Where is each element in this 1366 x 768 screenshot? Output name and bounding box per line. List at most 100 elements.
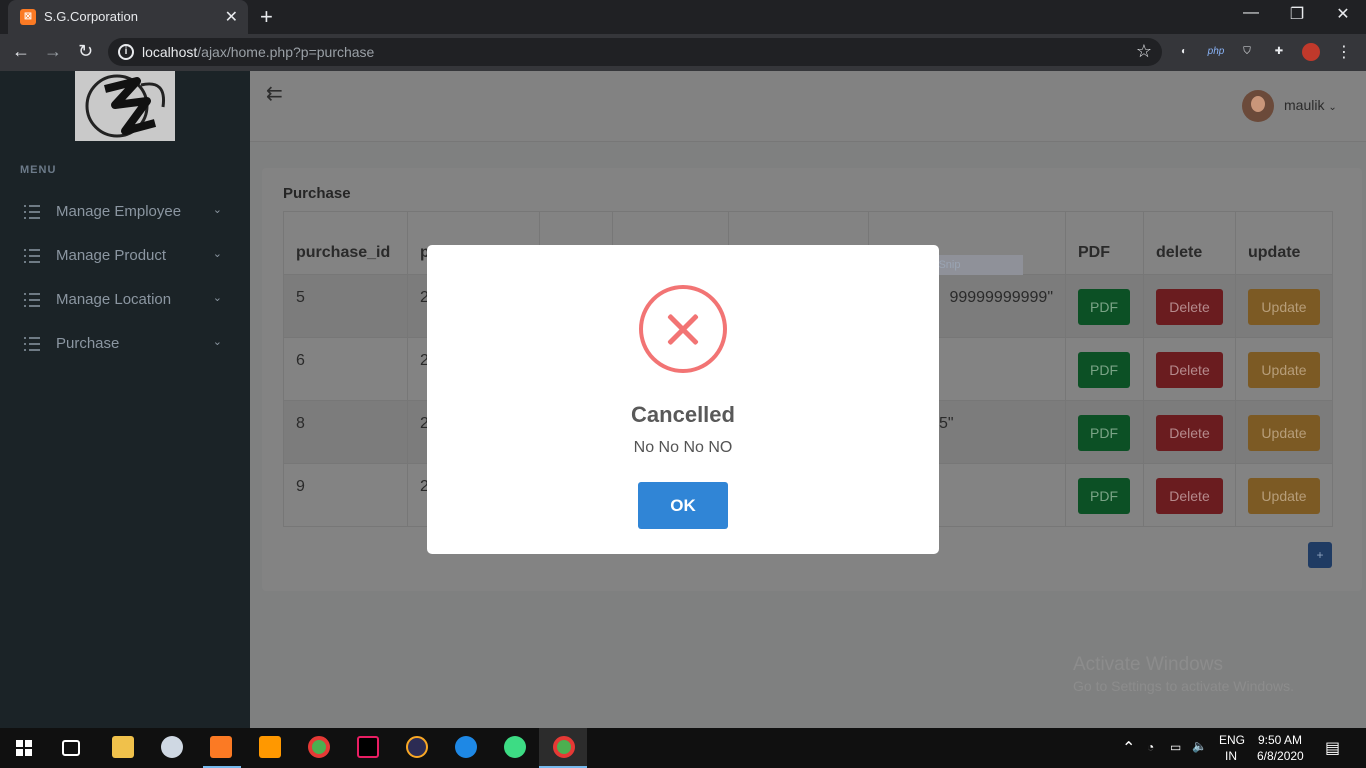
extension-bulb-icon[interactable]: ◐: [1175, 43, 1193, 61]
cell-purchase-id: 9: [283, 463, 408, 527]
site-info-icon[interactable]: i: [118, 44, 134, 60]
cell-pdf: PDF: [1065, 337, 1144, 401]
cancelled-dialog: Cancelled No No No NO OK: [427, 245, 939, 554]
browser-titlebar: ⊠ S.G.Corporation ✕ + — ❐ ✕: [0, 0, 1366, 34]
update-button[interactable]: Update: [1248, 478, 1320, 514]
chevron-down-icon: ⌄: [212, 292, 222, 304]
sidebar-item-manage-location[interactable]: Manage Location ⌄: [22, 289, 232, 319]
notifications-icon[interactable]: ▤: [1325, 738, 1340, 758]
paint-icon[interactable]: [161, 736, 183, 758]
back-arrow-icon[interactable]: ←: [12, 41, 30, 62]
delete-button[interactable]: Delete: [1156, 415, 1223, 451]
update-button[interactable]: Update: [1248, 415, 1320, 451]
chevron-down-icon: ⌄: [212, 204, 222, 216]
reload-icon[interactable]: ↻: [78, 41, 93, 62]
windows-start-icon[interactable]: [16, 740, 32, 756]
chevron-down-icon: ⌄: [1328, 102, 1337, 113]
chevron-down-icon: ⌄: [212, 248, 222, 260]
volume-icon[interactable]: 🔈: [1192, 739, 1207, 753]
cell-update: Update: [1235, 400, 1333, 464]
profile-avatar-icon[interactable]: [1302, 43, 1320, 61]
list-icon: [24, 249, 40, 263]
delete-button[interactable]: Delete: [1156, 478, 1223, 514]
sidebar-toggle-icon[interactable]: ⇇: [266, 81, 283, 106]
add-purchase-button[interactable]: +: [1308, 542, 1332, 568]
chrome-icon: [553, 736, 575, 758]
tab-close-icon[interactable]: ✕: [225, 7, 238, 27]
list-icon: [24, 337, 40, 351]
pdf-button[interactable]: PDF: [1078, 478, 1130, 514]
update-button[interactable]: Update: [1248, 289, 1320, 325]
cell-purchase-id: 6: [283, 337, 408, 401]
activate-windows-subtitle: Go to Settings to activate Windows.: [1073, 678, 1294, 694]
file-explorer-icon[interactable]: [112, 736, 134, 758]
clock-time[interactable]: 9:50 AM: [1258, 733, 1302, 747]
list-icon: [24, 293, 40, 307]
user-menu[interactable]: maulik ⌄: [1284, 97, 1337, 113]
window-close-button[interactable]: ✕: [1320, 4, 1366, 24]
activate-windows-title: Activate Windows: [1073, 654, 1223, 675]
cell-purchase-id: 5: [283, 274, 408, 338]
sublime-text-icon[interactable]: [259, 736, 281, 758]
cell-update: Update: [1235, 463, 1333, 527]
php-extension-icon[interactable]: php: [1207, 43, 1225, 61]
dialog-title: Cancelled: [631, 402, 735, 427]
delete-button[interactable]: Delete: [1156, 352, 1223, 388]
chrome-icon[interactable]: [308, 736, 330, 758]
minimize-button[interactable]: —: [1228, 4, 1274, 22]
cell-pdf: PDF: [1065, 463, 1144, 527]
sidebar-item-manage-employee[interactable]: Manage Employee ⌄: [22, 201, 232, 231]
sidebar: MENU Manage Employee ⌄ Manage Product ⌄ …: [0, 71, 250, 728]
top-header: ⇇ maulik ⌄: [250, 71, 1366, 142]
pdf-button[interactable]: PDF: [1078, 289, 1130, 325]
browser-menu-icon[interactable]: ⋮: [1336, 42, 1352, 62]
xampp-icon[interactable]: [210, 736, 232, 758]
windows-taskbar: ⌃ ◔ ▭ 🔈 ENG IN 9:50 AM 6/8/2020 ▤: [0, 728, 1366, 768]
update-button[interactable]: Update: [1248, 352, 1320, 388]
ok-button[interactable]: OK: [638, 482, 728, 529]
task-view-icon[interactable]: [62, 740, 80, 756]
eclipse-icon[interactable]: [406, 736, 428, 758]
browser-tab[interactable]: ⊠ S.G.Corporation ✕: [8, 0, 248, 34]
address-bar[interactable]: i localhost/ajax/home.php?p=purchase ☆: [108, 38, 1162, 66]
clock-date[interactable]: 6/8/2020: [1257, 749, 1304, 763]
pdf-button[interactable]: PDF: [1078, 352, 1130, 388]
bookmark-star-icon[interactable]: ☆: [1136, 41, 1152, 62]
forward-arrow-icon[interactable]: →: [44, 41, 62, 62]
cell-update: Update: [1235, 337, 1333, 401]
cell-delete: Delete: [1143, 400, 1236, 464]
avatar[interactable]: [1242, 90, 1274, 122]
wifi-icon[interactable]: ◔: [1147, 740, 1154, 754]
pdf-button[interactable]: PDF: [1078, 415, 1130, 451]
edge-icon[interactable]: [455, 736, 477, 758]
sidebar-item-manage-product[interactable]: Manage Product ⌄: [22, 245, 232, 275]
url-text: localhost/ajax/home.php?p=purchase: [142, 44, 375, 60]
battery-icon[interactable]: ▭: [1170, 740, 1181, 754]
list-icon: [24, 205, 40, 219]
sidebar-item-label: Manage Employee: [56, 203, 182, 220]
language-eng[interactable]: ENG: [1219, 733, 1245, 747]
new-tab-button[interactable]: +: [260, 4, 273, 30]
xampp-favicon-icon: ⊠: [20, 9, 36, 25]
android-studio-icon[interactable]: [504, 736, 526, 758]
intellij-icon[interactable]: [357, 736, 379, 758]
chevron-up-icon[interactable]: ⌃: [1122, 738, 1135, 758]
delete-button[interactable]: Delete: [1156, 289, 1223, 325]
cell-update: Update: [1235, 274, 1333, 338]
sidebar-item-purchase[interactable]: Purchase ⌄: [22, 333, 232, 363]
cell-delete: Delete: [1143, 337, 1236, 401]
tab-title: S.G.Corporation: [44, 9, 138, 24]
menu-heading: MENU: [20, 164, 57, 176]
extensions-puzzle-icon[interactable]: ✚: [1270, 43, 1288, 61]
card-title: Purchase: [283, 185, 351, 202]
sidebar-item-label: Manage Location: [56, 291, 172, 308]
language-in[interactable]: IN: [1225, 749, 1237, 763]
company-logo: [75, 71, 175, 141]
username: maulik: [1284, 97, 1325, 113]
chevron-down-icon: ⌄: [212, 336, 222, 348]
restore-button[interactable]: ❐: [1274, 4, 1320, 24]
cell-pdf: PDF: [1065, 400, 1144, 464]
active-chrome-task[interactable]: [539, 728, 587, 768]
cell-pdf: PDF: [1065, 274, 1144, 338]
shield-icon[interactable]: ⛉: [1238, 43, 1256, 61]
